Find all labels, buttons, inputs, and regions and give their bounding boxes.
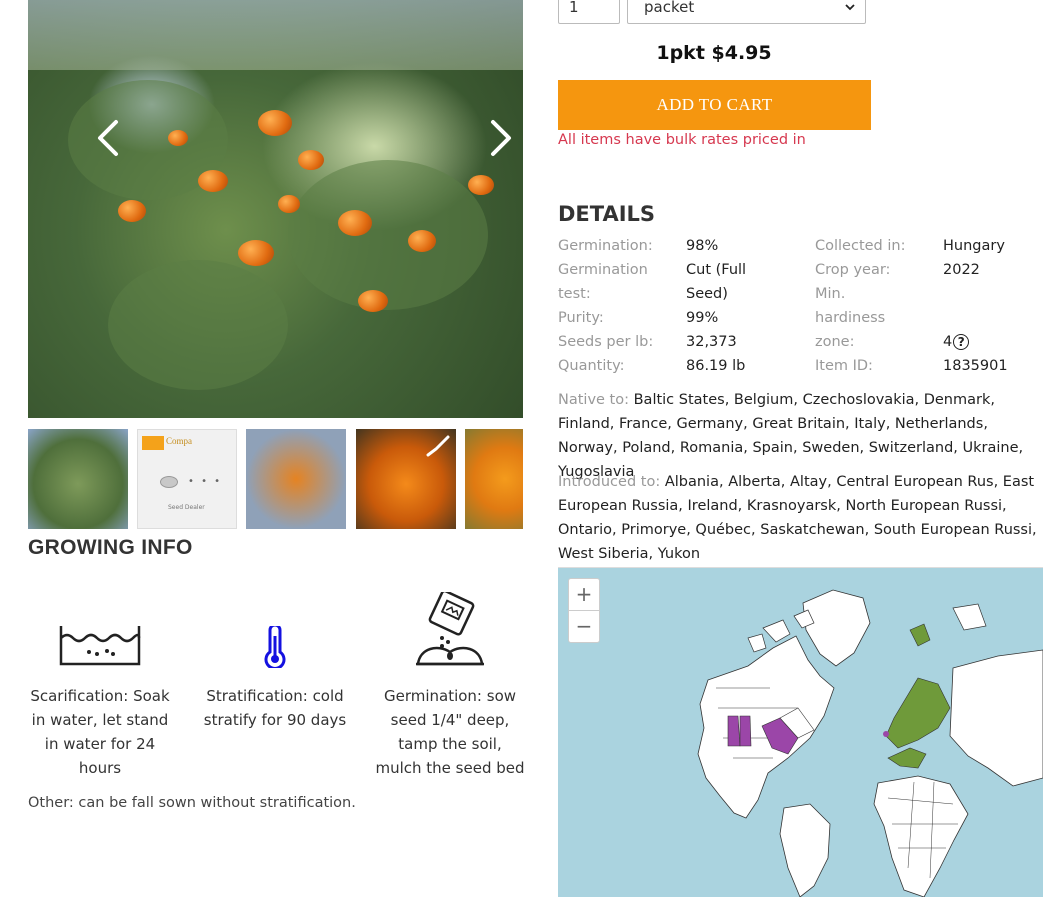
chevron-down-icon — [845, 4, 855, 11]
stratification-step: Stratification: cold stratify for 90 day… — [200, 588, 350, 732]
foliage-shape — [288, 160, 488, 310]
world-map — [697, 589, 1043, 897]
berry-cluster — [298, 150, 324, 170]
germination-test-value-cont: Seed) — [686, 286, 728, 302]
min-hardiness-label-cont: hardiness — [815, 310, 886, 326]
berry-cluster — [168, 130, 188, 146]
details-title: DETAILS — [558, 202, 656, 226]
chevron-left-icon — [98, 120, 118, 156]
purity-value: 99% — [686, 310, 719, 326]
details-right-values: Hungary 2022 4? 1835901 — [943, 234, 1043, 378]
berry-cluster — [468, 175, 494, 195]
hardiness-zone-row: 4? — [943, 330, 1043, 354]
help-icon[interactable]: ? — [953, 334, 970, 350]
item-id-value: 1835901 — [943, 358, 1008, 374]
berry-cluster — [338, 210, 372, 236]
coin-icon — [160, 476, 178, 488]
berry-cluster — [358, 290, 388, 312]
scarification-step: Scarification: Soak in water, let stand … — [25, 588, 175, 780]
quantity-input[interactable]: 1 — [558, 0, 620, 24]
sow-seed-icon — [416, 592, 484, 666]
berry-cluster — [238, 240, 274, 266]
berry-cluster — [258, 110, 292, 136]
zone-label: zone: — [815, 334, 855, 350]
water-soak-icon — [59, 626, 141, 666]
germination-test-label-cont: test: — [558, 286, 591, 302]
product-main-image[interactable] — [28, 0, 523, 418]
previous-image-button[interactable] — [90, 118, 126, 158]
price-display: 1pkt $4.95 — [656, 42, 772, 64]
bulk-rates-note: All items have bulk rates priced in — [558, 132, 806, 148]
quantity-value: 86.19 lb — [686, 358, 746, 374]
germination-text: Germination: sow seed 1/4" deep, tamp th… — [375, 687, 525, 777]
details-left-values: 98% Cut (Full Seed) 99% 32,373 86.19 lb — [686, 234, 811, 378]
thermometer-icon — [264, 626, 286, 668]
thumbnail-shrub[interactable] — [28, 429, 128, 529]
thumbnail-logo-text: Compa — [166, 436, 192, 446]
thumbnail-seed-packet[interactable]: Compa • • • Seed Dealer — [137, 429, 237, 529]
germination-test-label: Germination — [558, 262, 648, 278]
seeds-per-lb-value: 32,373 — [686, 334, 737, 350]
min-hardiness-label: Min. — [815, 286, 846, 302]
berry-cluster — [118, 200, 146, 222]
details-left-labels: Germination: Germination test: Purity: S… — [558, 234, 683, 378]
details-right-labels: Collected in: Crop year: Min. hardiness … — [815, 234, 940, 378]
blank-value — [943, 306, 1043, 330]
zoom-out-button[interactable]: − — [569, 610, 599, 642]
blank-value — [943, 282, 1043, 306]
collected-in-value: Hungary — [943, 238, 1005, 254]
stratification-text: Stratification: cold stratify for 90 day… — [203, 687, 347, 729]
distribution-map[interactable]: + − — [558, 567, 1043, 897]
growing-info-title: GROWING INFO — [28, 536, 193, 559]
berry-cluster — [408, 230, 436, 252]
unit-select-value: packet — [644, 0, 695, 16]
thumbnail-berries[interactable] — [246, 429, 346, 529]
germination-step: Germination: sow seed 1/4" deep, tamp th… — [375, 588, 525, 780]
image-sky-area — [28, 0, 523, 70]
germination-value: 98% — [686, 238, 719, 254]
unit-select[interactable]: packet — [627, 0, 866, 24]
crop-year-label: Crop year: — [815, 262, 891, 278]
add-to-cart-button[interactable]: ADD TO CART — [558, 80, 871, 130]
berry-cluster — [198, 170, 228, 192]
seeds-per-lb-label: Seeds per lb: — [558, 334, 654, 350]
hardiness-zone-value: 4 — [943, 334, 953, 350]
checkmark-icon — [426, 435, 450, 457]
crop-year-value: 2022 — [943, 262, 980, 278]
quantity-label: Quantity: — [558, 358, 625, 374]
scarification-text: Scarification: Soak in water, let stand … — [30, 687, 170, 777]
next-image-button[interactable] — [483, 118, 519, 158]
introduced-to: Introduced to: Albania, Alberta, Altay, … — [558, 470, 1038, 566]
item-id-label: Item ID: — [815, 358, 873, 374]
thumbnail-berry-cluster[interactable] — [465, 429, 523, 529]
foliage-shape — [108, 260, 288, 390]
thumbnail-jar[interactable] — [356, 429, 456, 529]
chevron-right-icon — [491, 120, 511, 156]
introduced-to-label: Introduced to: — [558, 474, 661, 490]
thumbnail-caption: Seed Dealer — [168, 504, 205, 511]
collected-in-label: Collected in: — [815, 238, 906, 254]
thumbnail-strip: Compa • • • Seed Dealer — [28, 429, 523, 529]
germination-label: Germination: — [558, 238, 653, 254]
map-zoom-control: + − — [568, 578, 600, 643]
native-to-label: Native to: — [558, 392, 629, 408]
company-logo-icon — [142, 436, 164, 450]
purity-label: Purity: — [558, 310, 604, 326]
seed-dots: • • • — [188, 476, 223, 487]
germination-test-value: Cut (Full — [686, 262, 747, 278]
berry-cluster — [278, 195, 300, 213]
other-growing-note: Other: can be fall sown without stratifi… — [28, 795, 356, 811]
zoom-in-button[interactable]: + — [569, 579, 599, 610]
